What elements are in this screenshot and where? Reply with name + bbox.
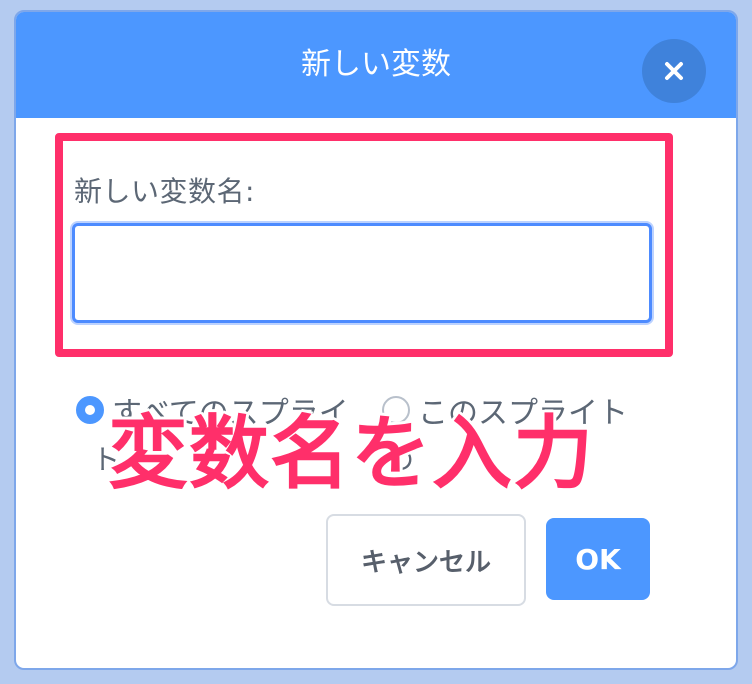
variable-name-label: 新しい変数名: [74,175,255,208]
close-button[interactable] [642,39,706,103]
variable-name-input[interactable] [72,223,652,323]
radio-selected-icon [76,396,104,424]
close-icon [665,62,683,80]
dialog-header: 新しい変数 [16,12,736,118]
dialog-title: 新しい変数 [301,47,451,82]
variable-name-input-wrap [72,223,652,323]
cancel-button[interactable]: キャンセル [326,514,526,606]
window-frame: 新しい変数 新しい変数名: すべてのスプライ ト このスプライト の 変数名を入… [0,0,752,684]
annotation-overlay-text: 変数名を入力 [108,407,594,500]
ok-button[interactable]: OK [546,518,650,600]
